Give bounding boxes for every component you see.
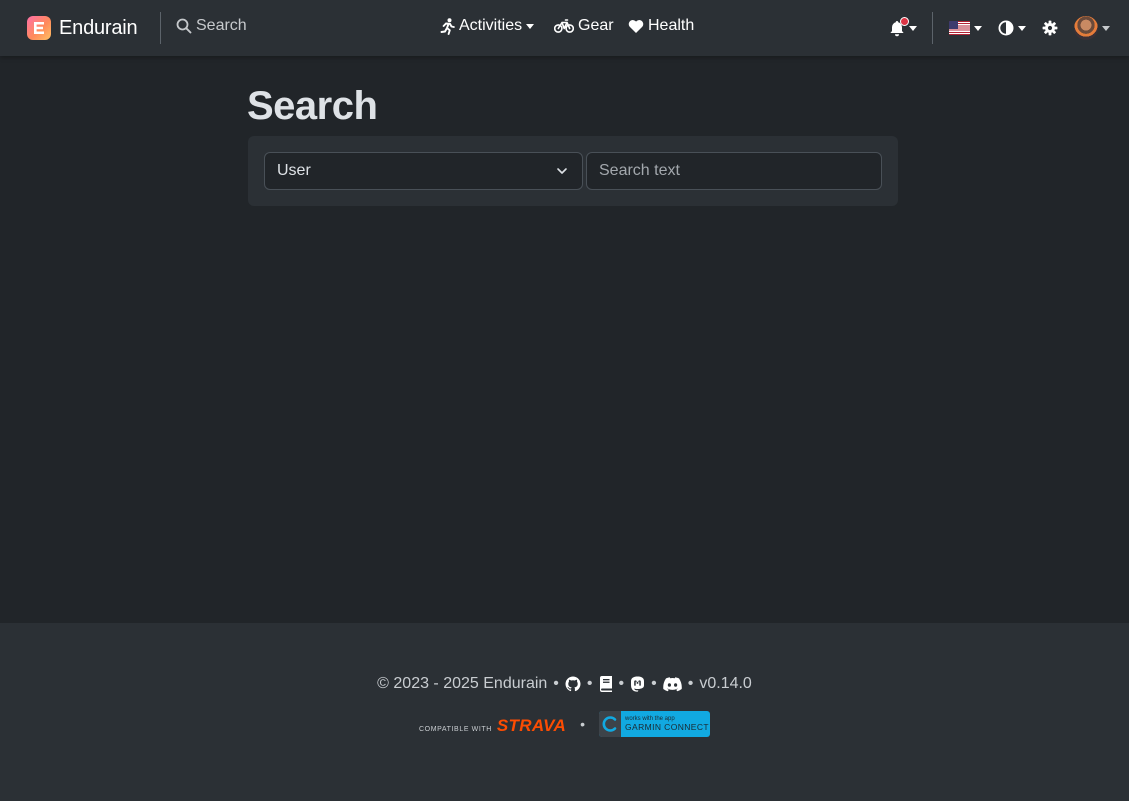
search-type-select[interactable]: User — [264, 152, 583, 190]
language-dropdown[interactable] — [949, 16, 982, 40]
footer-separator: • — [553, 675, 559, 692]
strava-logo-text: STRAVA — [496, 716, 567, 735]
footer-separator: • — [618, 675, 625, 692]
nav-search-label: Search — [196, 17, 247, 34]
navbar-divider — [932, 12, 933, 44]
discord-link[interactable] — [662, 676, 682, 692]
garmin-connect-logo-icon — [599, 711, 621, 737]
notification-badge-dot — [900, 16, 909, 26]
theme-toggle-dropdown[interactable] — [998, 16, 1026, 40]
nav-gear-link[interactable]: Gear — [554, 17, 614, 35]
gear-settings-icon — [1042, 20, 1058, 36]
app-version: v0.14.0 — [699, 675, 752, 692]
footer-separator: • — [580, 716, 585, 732]
user-menu-dropdown[interactable] — [1074, 16, 1110, 40]
page-title: Search — [247, 84, 378, 128]
chevron-down-icon — [909, 25, 917, 31]
theme-toggle-icon — [998, 20, 1014, 36]
docs-link[interactable] — [599, 676, 613, 692]
user-avatar — [1074, 16, 1098, 40]
nav-activities-dropdown[interactable]: Activities — [440, 17, 535, 35]
navbar-divider — [160, 12, 161, 44]
mastodon-icon — [631, 676, 645, 692]
nav-activities-label: Activities — [459, 17, 523, 34]
nav-health-label: Health — [648, 17, 695, 34]
nav-gear-label: Gear — [578, 17, 614, 34]
bell-icon — [889, 16, 909, 37]
settings-link[interactable] — [1042, 16, 1058, 40]
nav-health-link[interactable]: Health — [628, 17, 694, 35]
strava-compatible-text: COMPATIBLE WITH — [419, 726, 492, 733]
search-type-selected-value: User — [277, 162, 311, 179]
chevron-down-icon — [557, 168, 567, 174]
nav-search-link[interactable]: Search — [176, 17, 247, 35]
strava-compatible-badge[interactable]: COMPATIBLE WITH STRAVA — [419, 712, 566, 736]
footer-separator: • — [586, 675, 593, 692]
heart-icon — [628, 19, 644, 33]
us-flag-icon — [949, 21, 970, 35]
chevron-down-icon — [974, 25, 982, 31]
chevron-down-icon — [526, 23, 535, 29]
footer-copyright: © 2023 - 2025 Endurain — [377, 675, 548, 692]
footer-info-line: © 2023 - 2025 Endurain • • • • • v0.14.0 — [0, 674, 1129, 694]
top-navbar: Endurain Search Activities Gear Health — [0, 0, 1129, 56]
github-link[interactable] — [565, 676, 581, 692]
running-icon — [440, 17, 455, 35]
github-icon — [565, 676, 581, 692]
integration-badges: COMPATIBLE WITH STRAVA • works with the … — [0, 711, 1129, 737]
garmin-connect-text: GARMIN CONNECT — [625, 722, 709, 733]
discord-icon — [662, 676, 682, 691]
chevron-down-icon — [1018, 25, 1026, 31]
bicycle-icon — [554, 19, 574, 33]
page-footer: © 2023 - 2025 Endurain • • • • • v0.14.0… — [0, 623, 1129, 801]
brand-link[interactable]: Endurain — [27, 16, 138, 40]
mastodon-link[interactable] — [630, 676, 645, 692]
search-icon — [176, 18, 192, 34]
footer-separator: • — [687, 675, 694, 692]
docs-icon — [599, 676, 612, 692]
garmin-connect-badge[interactable]: works with the app GARMIN CONNECT — [599, 711, 710, 737]
search-form-card: User — [248, 136, 898, 206]
search-text-input[interactable] — [586, 152, 882, 190]
notifications-dropdown[interactable] — [889, 16, 917, 40]
brand-name: Endurain — [59, 16, 138, 39]
endurain-logo-icon — [27, 16, 51, 40]
chevron-down-icon — [1102, 25, 1110, 31]
footer-separator: • — [651, 675, 657, 692]
